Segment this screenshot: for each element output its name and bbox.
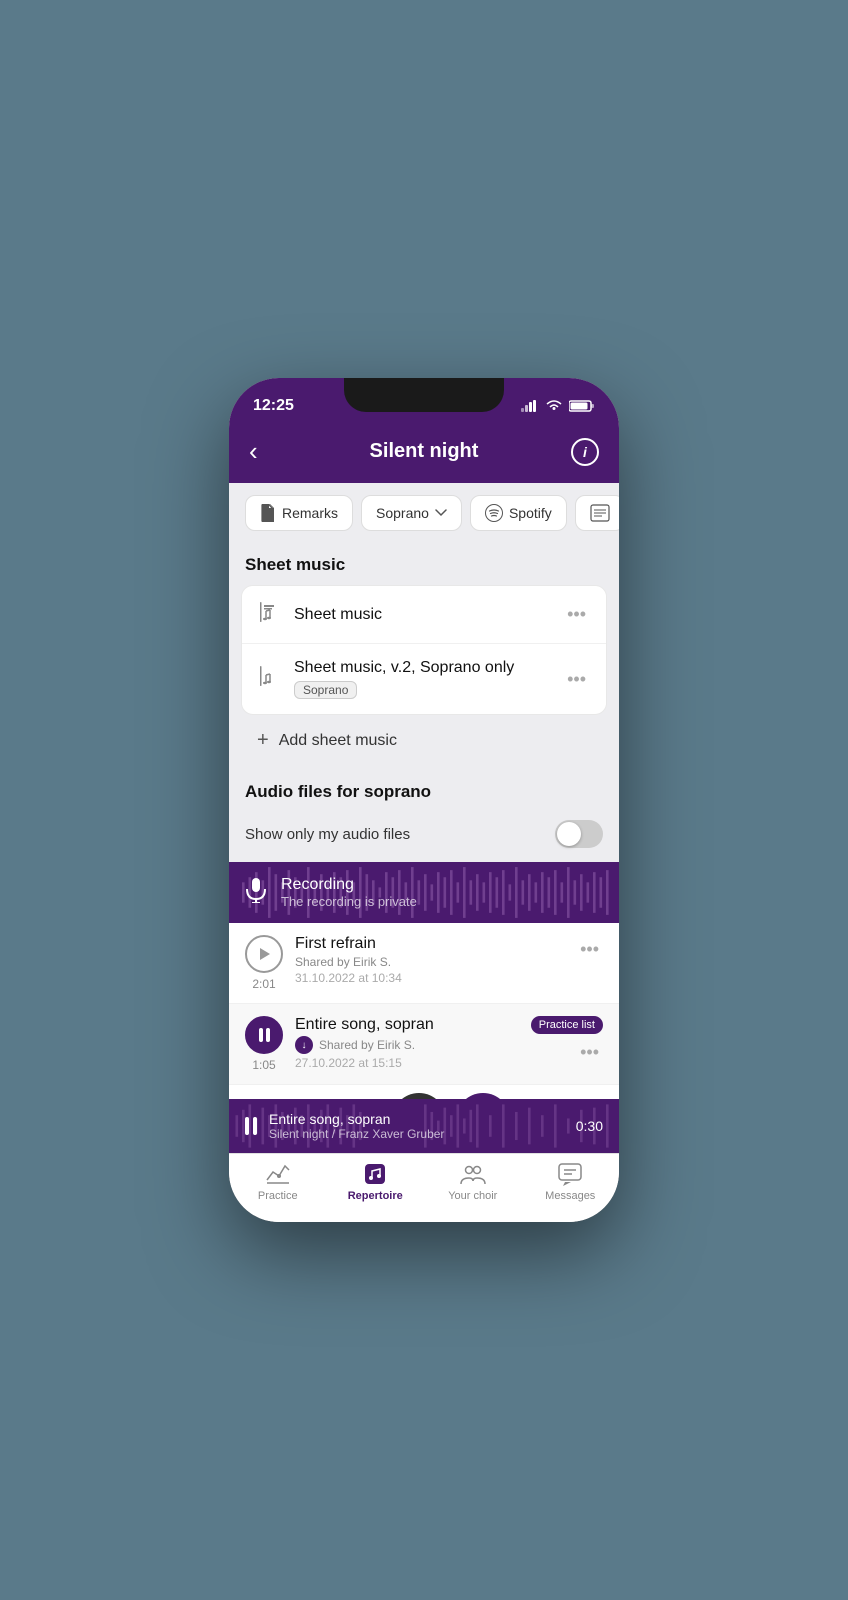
recording-bar[interactable]: Recording The recording is private <box>229 862 619 923</box>
signal-icon <box>521 400 539 412</box>
sheet-music-item-2[interactable]: Sheet music, v.2, Soprano only Soprano •… <box>242 645 606 713</box>
nav-repertoire-label: Repertoire <box>348 1190 403 1202</box>
audio-toggle-label: Show only my audio files <box>245 826 410 843</box>
nav-practice[interactable]: Practice <box>229 1162 327 1202</box>
back-button[interactable]: ‹ <box>249 436 285 467</box>
now-playing-bar: Entire song, sopran Silent night / Franz… <box>229 1099 619 1153</box>
np-time: 0:30 <box>576 1118 603 1134</box>
sheet-music-item-1[interactable]: Sheet music ••• <box>242 586 606 644</box>
audio-shared-1: Shared by Eirik S. <box>295 955 564 969</box>
duration-1: 2:01 <box>252 977 275 991</box>
nav-messages[interactable]: Messages <box>522 1162 620 1202</box>
recording-title: Recording <box>281 876 417 894</box>
audio-toggle[interactable] <box>555 820 603 848</box>
pause-button-2[interactable] <box>245 1016 283 1054</box>
nav-repertoire[interactable]: Repertoire <box>327 1162 425 1202</box>
battery-icon <box>569 399 595 413</box>
play-triangle-1 <box>260 948 270 960</box>
chat-icon <box>557 1162 583 1186</box>
microphone-icon <box>245 877 267 909</box>
dropdown-icon <box>435 509 447 517</box>
tab-soprano-label: Soprano <box>376 505 429 521</box>
audio-right-2: Practice list ••• <box>531 1016 603 1067</box>
audio-date-2: 27.10.2022 at 15:15 <box>295 1056 519 1070</box>
tab-spotify[interactable]: Spotify <box>470 495 567 531</box>
audio-shared-2: ↓ Shared by Eirik S. <box>295 1036 519 1054</box>
audio-date-1: 31.10.2022 at 10:34 <box>295 971 564 985</box>
audio-info-1: First refrain Shared by Eirik S. 31.10.2… <box>295 935 564 985</box>
audio-info-2: Entire song, sopran ↓ Shared by Eirik S.… <box>295 1016 519 1070</box>
nav-practice-label: Practice <box>258 1190 298 1202</box>
sheet-music-item-2-text: Sheet music, v.2, Soprano only Soprano <box>294 659 551 699</box>
recording-text: Recording The recording is private <box>281 876 417 909</box>
plus-icon: + <box>257 729 269 752</box>
play-button-1[interactable] <box>245 935 283 973</box>
audio-item-2: 1:05 Entire song, sopran ↓ Shared by Eir… <box>229 1004 619 1085</box>
add-sheet-music-label: Add sheet music <box>279 732 397 750</box>
sheet-music-title-1: Sheet music <box>294 606 551 624</box>
audio-title-1: First refrain <box>295 935 564 953</box>
main-content: Sheet music <box>229 539 619 1099</box>
nav-choir-label: Your choir <box>448 1190 497 1202</box>
info-button[interactable]: i <box>563 438 599 466</box>
people-icon <box>459 1162 487 1186</box>
sheet-music-icon-1 <box>258 601 282 629</box>
spotify-icon <box>485 504 503 522</box>
play-area-2: 1:05 <box>245 1016 283 1072</box>
tab-sheet[interactable] <box>575 495 619 531</box>
duration-2: 1:05 <box>252 1058 275 1072</box>
nav-messages-label: Messages <box>545 1190 595 1202</box>
header: ‹ Silent night i <box>229 428 619 483</box>
audio-more-2[interactable]: ••• <box>576 1038 603 1067</box>
audio-title-2: Entire song, sopran <box>295 1016 519 1034</box>
page-title: Silent night <box>285 440 563 463</box>
info-circle-icon[interactable]: i <box>571 438 599 466</box>
tab-remarks[interactable]: Remarks <box>245 495 353 531</box>
audio-right-1: ••• <box>576 935 603 964</box>
audio-toggle-row: Show only my audio files <box>229 812 619 862</box>
soprano-badge: Soprano <box>294 681 357 699</box>
sheet-music-section-title: Sheet music <box>229 539 619 585</box>
np-subtitle: Silent night / Franz Xaver Gruber <box>269 1127 564 1141</box>
music-note-icon <box>362 1162 388 1186</box>
sheet-music-tab-icon <box>590 504 610 522</box>
sheet-music-icon-2 <box>258 665 282 693</box>
chart-icon <box>265 1162 291 1186</box>
download-icon-2: ↓ <box>295 1036 313 1054</box>
np-pause-button[interactable] <box>245 1117 257 1135</box>
document-icon <box>260 504 276 522</box>
pause-icon-2 <box>259 1028 270 1042</box>
tab-spotify-label: Spotify <box>509 505 552 521</box>
wifi-icon <box>545 399 563 413</box>
play-area-1: 2:01 <box>245 935 283 991</box>
status-icons <box>521 399 595 413</box>
tabs-row: Remarks Soprano Spotify <box>229 483 619 539</box>
nav-choir[interactable]: Your choir <box>424 1162 522 1202</box>
status-time: 12:25 <box>253 397 294 415</box>
add-sheet-music-button[interactable]: + Add sheet music <box>241 715 607 766</box>
practice-badge-2: Practice list <box>531 1016 603 1034</box>
tab-remarks-label: Remarks <box>282 505 338 521</box>
tab-soprano[interactable]: Soprano <box>361 495 462 531</box>
audio-section-title: Audio files for soprano <box>229 766 619 812</box>
sheet-music-more-1[interactable]: ••• <box>563 600 590 629</box>
audio-more-1[interactable]: ••• <box>576 935 603 964</box>
playback-controls-row: 4s <box>229 1085 619 1099</box>
np-title: Entire song, sopran <box>269 1111 564 1127</box>
audio-item-1: 2:01 First refrain Shared by Eirik S. 31… <box>229 923 619 1004</box>
now-playing-info: Entire song, sopran Silent night / Franz… <box>269 1111 564 1141</box>
bottom-nav: Practice Repertoire Your choir <box>229 1153 619 1222</box>
recording-subtitle: The recording is private <box>281 894 417 909</box>
sheet-music-more-2[interactable]: ••• <box>563 665 590 694</box>
